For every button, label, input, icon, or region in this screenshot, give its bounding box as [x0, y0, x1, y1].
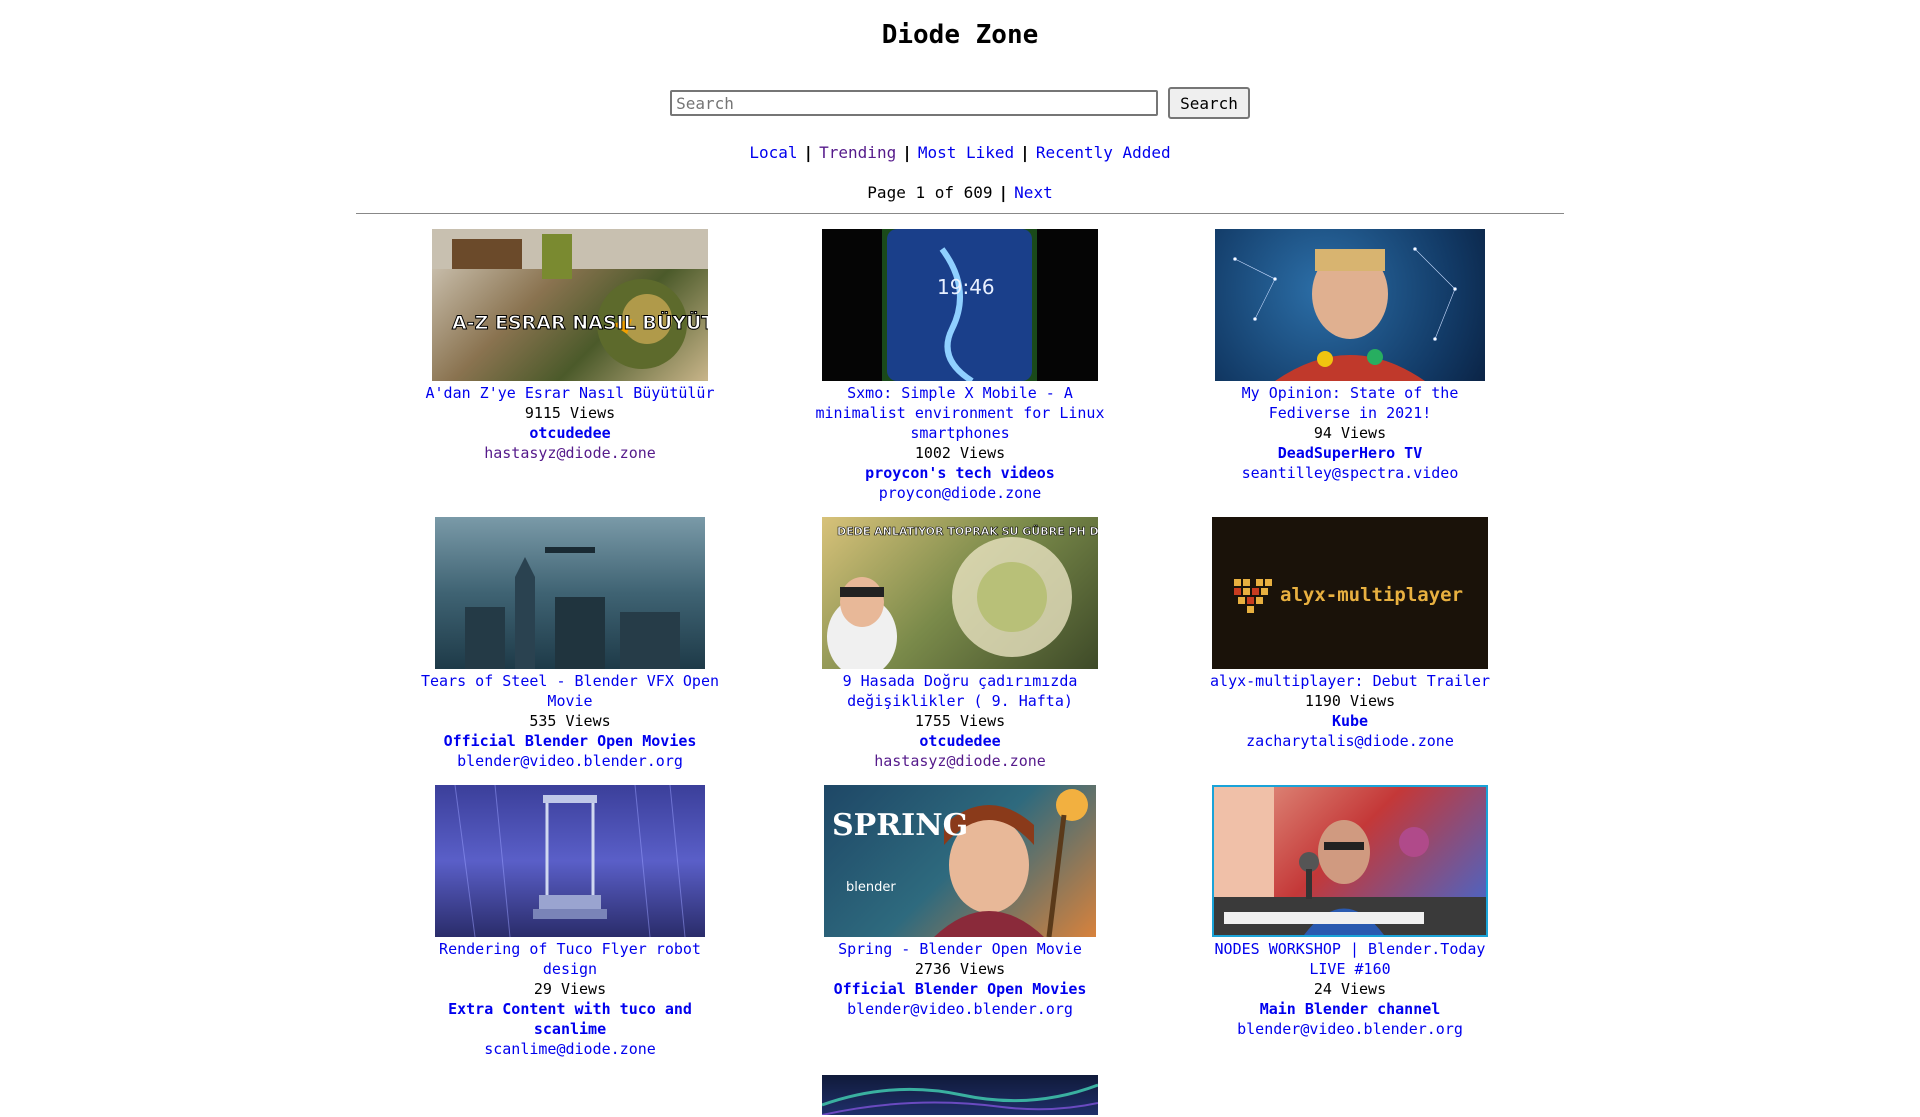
- view-count: 2736 Views: [914, 960, 1006, 978]
- video-thumbnail[interactable]: A-Z ESRAR NASIL BÜYÜTÜLÜR: [432, 229, 708, 381]
- thumbnail-image: SPRING blender: [832, 789, 1088, 937]
- video-title-link[interactable]: 9 Hasada Doğru çadırımızda değişiklikler…: [810, 671, 1110, 711]
- channel-link[interactable]: Main Blender channel: [1260, 999, 1441, 1019]
- channel-link[interactable]: DeadSuperHero TV: [1278, 443, 1423, 463]
- thumbnail-image: [465, 547, 680, 669]
- nav-trending-link[interactable]: Trending: [819, 143, 896, 162]
- nav-local-link[interactable]: Local: [749, 143, 797, 162]
- video-card: [765, 1075, 1155, 1117]
- video-thumbnail[interactable]: 19:46: [822, 229, 1098, 381]
- account-link[interactable]: blender@video.blender.org: [457, 751, 683, 771]
- account-link[interactable]: scanlime@diode.zone: [484, 1039, 656, 1059]
- account-link[interactable]: blender@video.blender.org: [1237, 1019, 1463, 1039]
- video-title-link[interactable]: Rendering of Tuco Flyer robot design: [420, 939, 720, 979]
- next-page-link[interactable]: Next: [1014, 183, 1053, 202]
- channel-link[interactable]: Extra Content with tuco and scanlime: [440, 999, 700, 1039]
- site-title: Diode Zone: [881, 20, 1039, 50]
- channel-link[interactable]: Official Blender Open Movies: [834, 979, 1087, 999]
- thumbnail-image: [822, 1083, 1098, 1115]
- view-count: 94 Views: [1313, 424, 1387, 442]
- thumbnail-image: DEDE ANLATIYOR TOPRAK SU GÜBRE PH DENGES…: [827, 524, 1098, 669]
- video-title-link[interactable]: Tears of Steel - Blender VFX Open Movie: [420, 671, 720, 711]
- video-title-link[interactable]: Sxmo: Simple X Mobile - A minimalist env…: [810, 383, 1110, 443]
- account-link[interactable]: hastasyz@diode.zone: [484, 443, 656, 463]
- video-card: Tears of Steel - Blender VFX Open Movie …: [375, 517, 765, 771]
- account-link[interactable]: blender@video.blender.org: [847, 999, 1073, 1019]
- search-input[interactable]: [670, 90, 1159, 116]
- video-card: My Opinion: State of the Fediverse in 20…: [1155, 229, 1545, 503]
- thumbnail-caption: 19:46: [937, 275, 995, 299]
- account-link[interactable]: hastasyz@diode.zone: [874, 751, 1046, 771]
- account-link[interactable]: proycon@diode.zone: [879, 483, 1042, 503]
- page: Diode Zone Search Local | Trending | Most Li…: [0, 0, 1920, 1117]
- nav-separator: |: [902, 143, 912, 162]
- nav-separator: |: [803, 143, 814, 162]
- view-count: 9115 Views: [524, 404, 616, 422]
- video-thumbnail[interactable]: SPRING blender: [824, 785, 1096, 937]
- view-count: 29 Views: [533, 980, 607, 998]
- account-link[interactable]: zacharytalis@diode.zone: [1246, 731, 1454, 751]
- video-grid: A-Z ESRAR NASIL BÜYÜTÜLÜR A'dan Z'ye Esr…: [375, 229, 1545, 1117]
- view-count: 24 Views: [1313, 980, 1387, 998]
- thumbnail-image: alyx-multiplayer: [1234, 579, 1463, 613]
- video-thumbnail[interactable]: [822, 1075, 1098, 1115]
- video-title-link[interactable]: Spring - Blender Open Movie: [838, 939, 1082, 959]
- thumbnail-caption: A-Z ESRAR NASIL BÜYÜTÜLÜR: [452, 310, 708, 334]
- thumbnail-image: [1214, 787, 1486, 935]
- video-thumbnail[interactable]: [1215, 229, 1485, 381]
- thumbnail-caption: DEDE ANLATIYOR TOPRAK SU GÜBRE PH DENGES…: [837, 524, 1098, 538]
- nav-recently-added-link[interactable]: Recently Added: [1036, 143, 1171, 162]
- thumbnail-image: [454, 785, 686, 937]
- account-link[interactable]: seantilley@spectra.video: [1242, 463, 1459, 483]
- view-count: 1190 Views: [1304, 692, 1396, 710]
- thumbnail-image: [1233, 247, 1457, 381]
- search-button[interactable]: Search: [1168, 87, 1250, 119]
- video-card: NODES WORKSHOP | Blender.Today LIVE #160…: [1155, 785, 1545, 1059]
- view-count: 535 Views: [529, 712, 611, 730]
- thumbnail-image: A-Z ESRAR NASIL BÜYÜTÜLÜR: [432, 229, 708, 369]
- video-title-link[interactable]: NODES WORKSHOP | Blender.Today LIVE #160: [1200, 939, 1500, 979]
- search-bar: Search: [0, 87, 1920, 119]
- channel-link[interactable]: Kube: [1332, 711, 1368, 731]
- video-thumbnail[interactable]: [435, 785, 705, 937]
- video-card: DEDE ANLATIYOR TOPRAK SU GÜBRE PH DENGES…: [765, 517, 1155, 771]
- video-card: SPRING blender Spring - Blender Open Mov…: [765, 785, 1155, 1059]
- pagination: Page 1 of 609 | Next: [0, 182, 1920, 204]
- thumbnail-sub-caption: blender: [846, 880, 896, 895]
- thumbnail-caption: SPRING: [832, 808, 968, 843]
- video-card: Rendering of Tuco Flyer robot design 29 …: [375, 785, 765, 1059]
- view-count: 1002 Views: [914, 444, 1006, 462]
- channel-link[interactable]: Official Blender Open Movies: [444, 731, 697, 751]
- channel-link[interactable]: proycon's tech videos: [865, 463, 1055, 483]
- video-card: A-Z ESRAR NASIL BÜYÜTÜLÜR A'dan Z'ye Esr…: [375, 229, 765, 503]
- divider: [356, 213, 1564, 214]
- page-indicator: Page 1 of 609: [867, 183, 993, 202]
- video-title-link[interactable]: My Opinion: State of the Fediverse in 20…: [1200, 383, 1500, 423]
- video-thumbnail[interactable]: DEDE ANLATIYOR TOPRAK SU GÜBRE PH DENGES…: [822, 517, 1098, 669]
- video-title-link[interactable]: A'dan Z'ye Esrar Nasıl Büyütülür: [426, 383, 715, 403]
- video-thumbnail[interactable]: [1212, 785, 1488, 937]
- nav-separator: |: [1020, 143, 1030, 162]
- nav-links: Local | Trending | Most Liked | Recently Added: [0, 142, 1920, 164]
- video-thumbnail[interactable]: alyx-multiplayer: [1212, 517, 1488, 669]
- thumbnail-image: 19:46: [882, 229, 1037, 381]
- video-title-link[interactable]: alyx-multiplayer: Debut Trailer: [1210, 671, 1490, 691]
- video-card: alyx-multiplayer alyx-multiplayer: Debut…: [1155, 517, 1545, 771]
- video-card: 19:46 Sxmo: Simple X Mobile - A minimali…: [765, 229, 1155, 503]
- thumbnail-caption: alyx-multiplayer: [1280, 584, 1463, 606]
- pager-separator: |: [998, 183, 1009, 202]
- video-thumbnail[interactable]: [435, 517, 705, 669]
- channel-link[interactable]: otcudedee: [529, 423, 610, 443]
- view-count: 1755 Views: [914, 712, 1006, 730]
- channel-link[interactable]: otcudedee: [919, 731, 1000, 751]
- nav-most-liked-link[interactable]: Most Liked: [918, 143, 1014, 162]
